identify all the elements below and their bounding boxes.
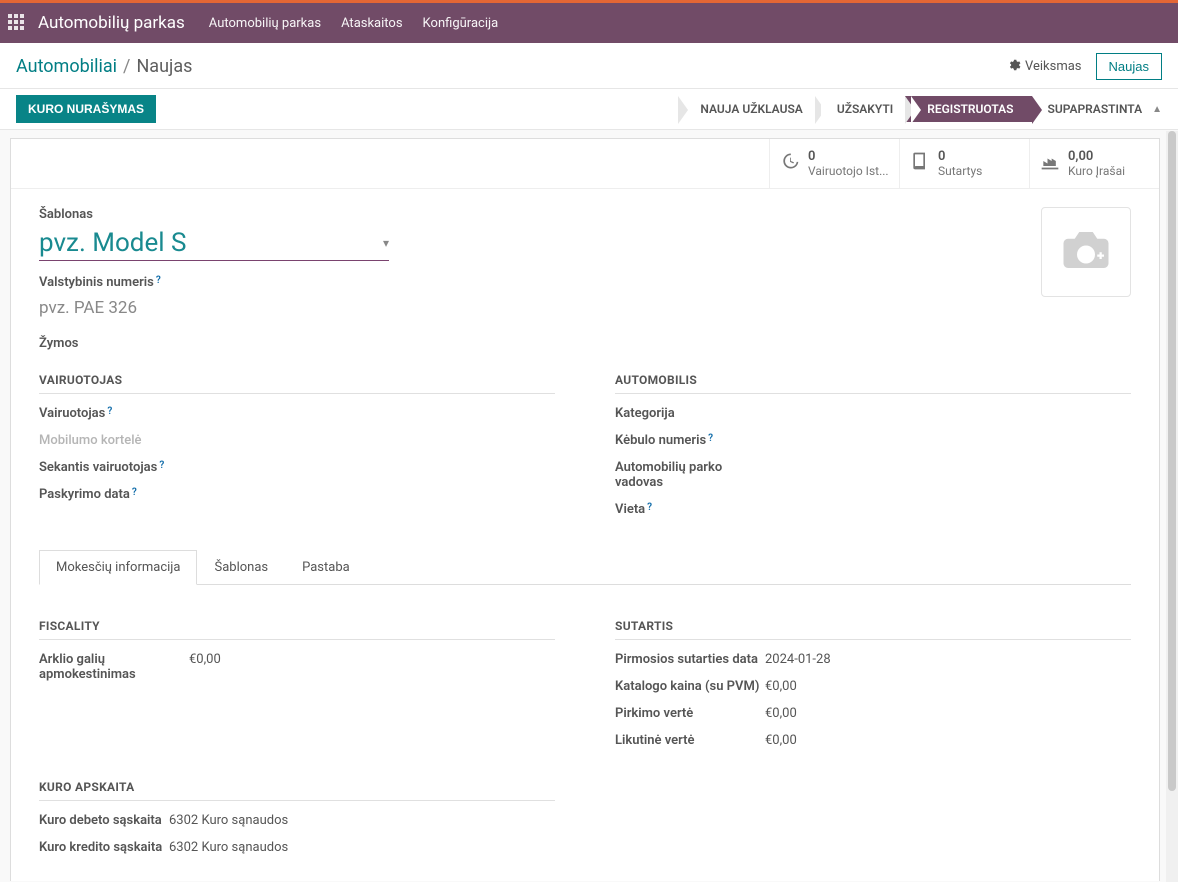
action-menu[interactable]: Veiksmas bbox=[1007, 58, 1082, 76]
help-icon[interactable]: ? bbox=[132, 488, 137, 498]
chevron-down-icon: ▾ bbox=[383, 236, 389, 250]
topbar: Automobilių parkas Automobilių parkas At… bbox=[0, 3, 1178, 43]
image-upload[interactable] bbox=[1041, 207, 1131, 297]
section-vehicle: AUTOMOBILIS bbox=[615, 373, 1131, 394]
breadcrumb: Automobiliai / Naujas bbox=[16, 56, 218, 77]
plate-input[interactable]: pvz. PAE 326 bbox=[39, 294, 1001, 322]
hp-tax-value[interactable]: €0,00 bbox=[189, 652, 555, 667]
tab-tax-info[interactable]: Mokesčių informacija bbox=[39, 550, 197, 585]
stat-contracts[interactable]: 0Sutartys bbox=[899, 139, 1029, 188]
menu-config[interactable]: Konfigūracija bbox=[423, 16, 499, 31]
help-icon[interactable]: ? bbox=[107, 407, 112, 417]
assign-date-label: Paskyrimo data? bbox=[39, 487, 189, 502]
brand-title[interactable]: Automobilių parkas bbox=[38, 13, 185, 33]
fuel-debit-value[interactable]: 6302 Kuro sąnaudos bbox=[169, 813, 555, 828]
new-button[interactable]: Naujas bbox=[1096, 53, 1162, 80]
fuel-debit-label: Kuro debeto sąskaita bbox=[39, 813, 169, 828]
stat-driver-history[interactable]: 0Vairuotojo Ist... bbox=[769, 139, 899, 188]
history-icon bbox=[780, 149, 800, 178]
status-row: KURO NURAŠYMAS NAUJA UŽKLAUSA UŽSAKYTI R… bbox=[0, 89, 1178, 130]
controlbar: Automobiliai / Naujas Veiksmas Naujas bbox=[0, 43, 1178, 89]
location-label: Vieta? bbox=[615, 502, 765, 517]
collapse-caret-icon[interactable]: ▲ bbox=[1152, 104, 1162, 115]
manager-label: Automobilių parko vadovas bbox=[615, 460, 765, 490]
section-fuel: KURO APSKAITA bbox=[39, 780, 555, 801]
purchase-value-label: Pirkimo vertė bbox=[615, 706, 765, 721]
fuel-credit-value[interactable]: 6302 Kuro sąnaudos bbox=[169, 840, 555, 855]
help-icon[interactable]: ? bbox=[156, 276, 161, 286]
residual-value-value[interactable]: €0,00 bbox=[765, 733, 1131, 748]
chassis-label: Kėbulo numeris? bbox=[615, 433, 765, 448]
help-icon[interactable]: ? bbox=[708, 434, 713, 444]
breadcrumb-leaf: Naujas bbox=[136, 56, 192, 77]
category-label: Kategorija bbox=[615, 406, 765, 421]
stage-registered[interactable]: REGISTRUOTAS bbox=[905, 96, 1031, 122]
hp-tax-label: Arklio galių apmokestinimas bbox=[39, 652, 189, 682]
breadcrumb-root[interactable]: Automobiliai bbox=[16, 56, 117, 77]
stage-new-request[interactable]: NAUJA UŽKLAUSA bbox=[678, 96, 820, 122]
next-driver-label: Sekantis vairuotojas? bbox=[39, 460, 189, 475]
template-label: Šablonas bbox=[39, 207, 1001, 222]
menu-reports[interactable]: Ataskaitos bbox=[341, 16, 402, 31]
tags-label: Žymos bbox=[39, 336, 1001, 351]
mobility-label: Mobilumo kortelė bbox=[39, 433, 189, 448]
section-fiscality: FISCALITY bbox=[39, 619, 555, 640]
gear-icon bbox=[1007, 58, 1021, 76]
menu-fleet[interactable]: Automobilių parkas bbox=[209, 16, 321, 31]
tab-note[interactable]: Pastaba bbox=[285, 550, 367, 585]
fuel-credit-label: Kuro kredito sąskaita bbox=[39, 840, 169, 855]
book-icon bbox=[910, 149, 930, 178]
breadcrumb-sep: / bbox=[123, 56, 130, 77]
residual-value-label: Likutinė vertė bbox=[615, 733, 765, 748]
stage-simplified[interactable]: SUPAPRASTINTA bbox=[1032, 96, 1143, 122]
purchase-value-value[interactable]: €0,00 bbox=[765, 706, 1131, 721]
first-contract-date-label: Pirmosios sutarties data bbox=[615, 652, 765, 667]
apps-icon[interactable] bbox=[8, 14, 26, 32]
plate-label: Valstybinis numeris? bbox=[39, 275, 1001, 290]
help-icon[interactable]: ? bbox=[647, 503, 652, 513]
catalog-price-value[interactable]: €0,00 bbox=[765, 679, 1131, 694]
section-contract: SUTARTIS bbox=[615, 619, 1131, 640]
section-driver: VAIRUOTOJAS bbox=[39, 373, 555, 394]
stat-fuel-entries[interactable]: 0,00Kuro Įrašai bbox=[1029, 139, 1159, 188]
vertical-scrollbar[interactable] bbox=[1166, 131, 1178, 882]
factory-icon bbox=[1040, 149, 1060, 178]
action-menu-label: Veiksmas bbox=[1025, 59, 1082, 74]
catalog-price-label: Katalogo kaina (su PVM) bbox=[615, 679, 765, 694]
first-contract-date-value[interactable]: 2024-01-28 bbox=[765, 652, 1131, 667]
help-icon[interactable]: ? bbox=[159, 461, 164, 471]
camera-plus-icon bbox=[1059, 223, 1113, 281]
driver-label: Vairuotojas? bbox=[39, 406, 189, 421]
template-input[interactable]: pvz. Model S ▾ bbox=[39, 226, 389, 261]
fuel-writeoff-button[interactable]: KURO NURAŠYMAS bbox=[16, 95, 156, 123]
tab-template[interactable]: Šablonas bbox=[197, 550, 285, 585]
form-sheet: 0Vairuotojo Ist... 0Sutartys 0,00Kuro Įr… bbox=[10, 138, 1160, 881]
